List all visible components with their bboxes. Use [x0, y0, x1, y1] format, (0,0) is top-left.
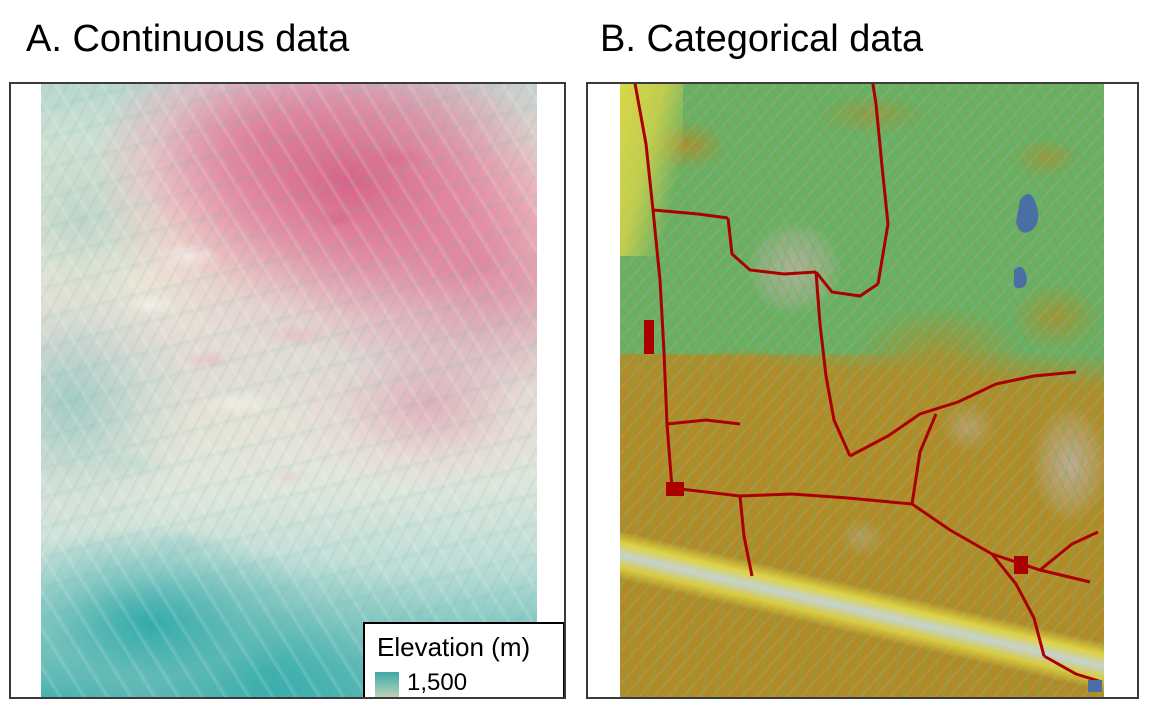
elevation-legend-title: Elevation (m)	[377, 632, 531, 662]
panel-a-map-frame: Elevation (m) 1,500 2,000 2,500	[9, 82, 566, 699]
panel-b-title: B. Categorical data	[600, 18, 924, 60]
elevation-tick-1: 1,500	[407, 669, 468, 696]
elevation-colorbar	[375, 672, 399, 697]
elevation-raster	[41, 84, 537, 697]
elevation-tick-2: 2,000	[407, 696, 467, 697]
panel-b-map-frame: Land cover Water Developed Barren Forest	[586, 82, 1139, 699]
elevation-legend: Elevation (m) 1,500 2,000 2,500	[363, 622, 564, 697]
elevation-ridge-layer	[41, 84, 537, 697]
landcover-raster	[620, 84, 1104, 697]
elevation-tick-labels: 1,500 2,000 2,500	[407, 669, 468, 697]
landcover-road-network	[620, 84, 1104, 697]
figure-root: A. Continuous data B. Categorical data E…	[0, 0, 1152, 711]
panel-a-title: A. Continuous data	[26, 18, 350, 60]
road-lines-svg	[633, 84, 1103, 692]
